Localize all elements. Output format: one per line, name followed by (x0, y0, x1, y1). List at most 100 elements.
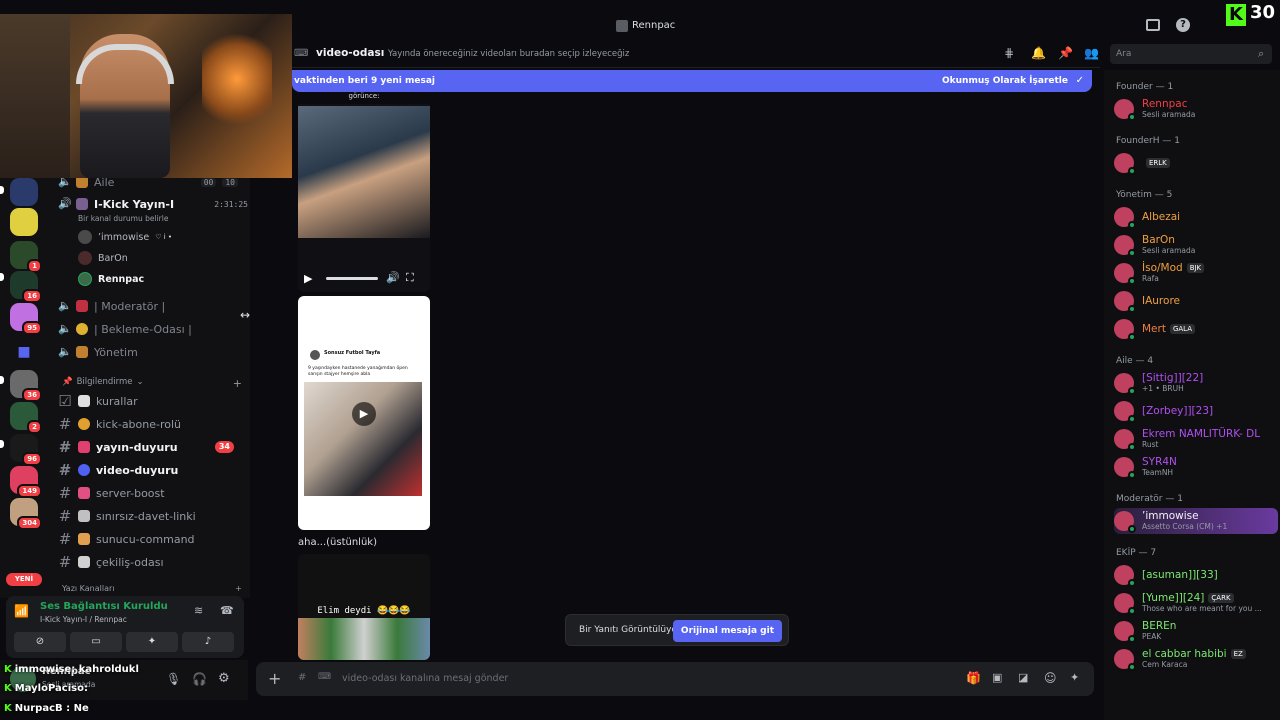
video-seek-bar[interactable] (326, 277, 378, 280)
channel-emoji-icon (78, 395, 90, 407)
mention-badge: 34 (214, 441, 234, 453)
help-icon[interactable]: ? (1176, 18, 1190, 32)
headphones-icon[interactable]: 🎧 (192, 672, 207, 686)
screen-share-button[interactable]: ▭ (70, 632, 122, 652)
add-channel-icon[interactable]: + (235, 584, 242, 593)
threads-icon[interactable]: ⋕ (1004, 46, 1014, 60)
channel-item[interactable]: # server-boost (58, 483, 244, 503)
channel-status[interactable]: Bir kanal durumu belirle (78, 214, 168, 223)
member-text: İso/Mod BJK Rafa (1142, 262, 1205, 284)
channel-item[interactable]: ☑ kurallar (58, 391, 244, 411)
folder-icon[interactable]: ■ (10, 338, 38, 366)
server-icon[interactable]: 16 (10, 271, 42, 303)
server-icon[interactable]: 95 (10, 303, 42, 335)
add-channel-icon[interactable]: + (233, 377, 242, 390)
add-attachment-icon[interactable]: + (268, 669, 281, 688)
member-item[interactable]: [asuman]][33] (1114, 562, 1278, 588)
voice-channel-waiting[interactable]: 🔈 | Bekleme-Odası | (58, 319, 192, 339)
channel-item[interactable]: # kick-abone-rolü (58, 414, 244, 434)
gif-icon[interactable]: ▣ (992, 671, 1002, 684)
scroll-icon (78, 533, 90, 545)
channel-topic[interactable]: Yayında önereceğiniz videoları buradan s… (388, 49, 629, 59)
emoji-icon[interactable]: ☺ (1044, 671, 1057, 685)
kick-icon: K (4, 683, 12, 694)
hash-icon: # (58, 415, 72, 433)
member-item[interactable]: Albezai (1114, 204, 1278, 230)
soundboard-button[interactable]: ♪ (182, 632, 234, 652)
voice-status[interactable]: Ses Bağlantısı Kuruldu (40, 601, 168, 612)
microphone-icon[interactable]: 🎙 (166, 672, 181, 686)
server-icon[interactable] (10, 178, 38, 206)
apps-icon[interactable]: ✦ (1070, 671, 1079, 684)
new-badge[interactable]: YENİ (6, 573, 42, 586)
category-header[interactable]: 📌 Bilgilendirme ⌄ + (62, 377, 242, 390)
category-header[interactable]: Yazı Kanalları + (62, 584, 242, 593)
activities-button[interactable]: ✦ (126, 632, 178, 652)
member-item[interactable]: [Sittig]][22] +1 • BRUH (1114, 370, 1278, 396)
voice-user[interactable]: Rennpac (78, 269, 144, 289)
member-item[interactable]: IAurore (1114, 288, 1278, 314)
member-text: ERLK (1142, 157, 1170, 169)
member-item[interactable]: Rennpac Sesli aramada (1114, 96, 1278, 122)
jump-to-original-button[interactable]: Orijinal mesaja git (672, 620, 782, 642)
server-icon[interactable]: 36 (10, 370, 42, 402)
members-icon[interactable]: 👥 (1084, 46, 1099, 60)
server-icon[interactable] (10, 208, 38, 236)
bell-icon[interactable]: 🔔 (1031, 46, 1046, 60)
soundwave-icon[interactable]: ≋ (194, 604, 203, 617)
sticker-icon[interactable]: ◪ (1018, 671, 1028, 684)
channel-item[interactable]: # video-duyuru (58, 460, 244, 480)
channel-item[interactable]: # sunucu-command (58, 529, 244, 549)
member-item[interactable]: [Yume]][24] ÇARK Those who are meant for y… (1114, 590, 1278, 616)
member-item[interactable]: ’immowise Assetto Corsa (CM) +1 (1114, 508, 1278, 534)
status-dot (1128, 333, 1136, 341)
resize-handle-icon[interactable]: ↔ (240, 308, 250, 322)
new-messages-banner[interactable]: vaktinden beri 9 yeni mesaj Okunmuş Olar… (292, 70, 1092, 92)
member-item[interactable]: Mert GALA (1114, 316, 1278, 342)
pin-icon[interactable]: 📌 (1058, 46, 1073, 60)
fullscreen-icon[interactable]: ⛶ (406, 271, 414, 285)
voice-user[interactable]: ’immowise ♡ i • (78, 227, 172, 247)
message-input[interactable]: video-odası kanalına mesaj gönder (342, 673, 508, 684)
channel-emoji-icon (78, 464, 90, 476)
gear-icon[interactable]: ⚙ (218, 671, 230, 686)
member-item[interactable]: ERLK (1114, 150, 1278, 176)
voice-location[interactable]: I-Kick Yayın-I / Rennpac (40, 615, 127, 624)
member-name: BarOn (1142, 234, 1175, 246)
member-item[interactable]: [Zorbey]][23] (1114, 398, 1278, 424)
message-composer[interactable]: + # ⌨ video-odası kanalına mesaj gönder … (256, 662, 1094, 696)
server-icon[interactable]: 304 (10, 498, 42, 530)
inbox-icon[interactable] (1146, 19, 1160, 31)
member-item[interactable]: SYR4N TeamNH (1114, 454, 1278, 480)
video-attachment[interactable]: Sonsuz Futbol Tayfa 9 yaşındayken hastan… (298, 296, 430, 530)
video-attachment[interactable]: görünce: ▶ 🔊 ⛶ (298, 92, 430, 292)
server-icon[interactable]: 149 (10, 466, 42, 498)
disconnect-icon[interactable]: ☎ (220, 604, 234, 617)
channel-item[interactable]: # sınırsız-davet-linki (58, 506, 244, 526)
voice-channel-moderator[interactable]: 🔈 | Moderatör | (58, 296, 165, 316)
member-item[interactable]: BarOn Sesli aramada (1114, 232, 1278, 258)
member-name: Rennpac (1142, 98, 1188, 110)
server-icon[interactable]: 1 (10, 241, 42, 273)
voice-channel-kick[interactable]: 🔊 I-Kick Yayın-I 2:31:25 (58, 194, 248, 214)
voice-channel-management[interactable]: 🔈 Yönetim (58, 342, 138, 362)
member-status: +1 • BRUH (1142, 384, 1184, 393)
member-item[interactable]: el cabbar habibi EZ Cem Karaca (1114, 646, 1278, 672)
voice-user[interactable]: BarOn (78, 248, 128, 268)
play-icon[interactable]: ▶ (304, 272, 312, 285)
channel-item[interactable]: # yayın-duyuru 34 (58, 437, 244, 457)
member-item[interactable]: İso/Mod BJK Rafa (1114, 260, 1278, 286)
channel-item[interactable]: # çekiliş-odası (58, 552, 244, 572)
avatar (78, 230, 92, 244)
search-input[interactable]: Ara (1110, 44, 1272, 64)
gift-icon[interactable]: 🎁 (966, 671, 981, 685)
play-icon[interactable]: ▶ (352, 402, 376, 426)
member-item[interactable]: BEREn PEAK (1114, 618, 1278, 644)
mark-read-button[interactable]: Okunmuş Olarak İşaretle (942, 76, 1068, 86)
camera-off-button[interactable]: ⊘ (14, 632, 66, 652)
video-attachment[interactable]: Elim deydi 😂😂😂 (298, 554, 430, 660)
member-item[interactable]: Ekrem NAMLITÜRK- DL Rust (1114, 426, 1278, 452)
volume-icon[interactable]: 🔊 (386, 271, 400, 284)
server-icon[interactable]: 96 (10, 434, 42, 466)
server-icon[interactable]: 2 (10, 402, 42, 434)
